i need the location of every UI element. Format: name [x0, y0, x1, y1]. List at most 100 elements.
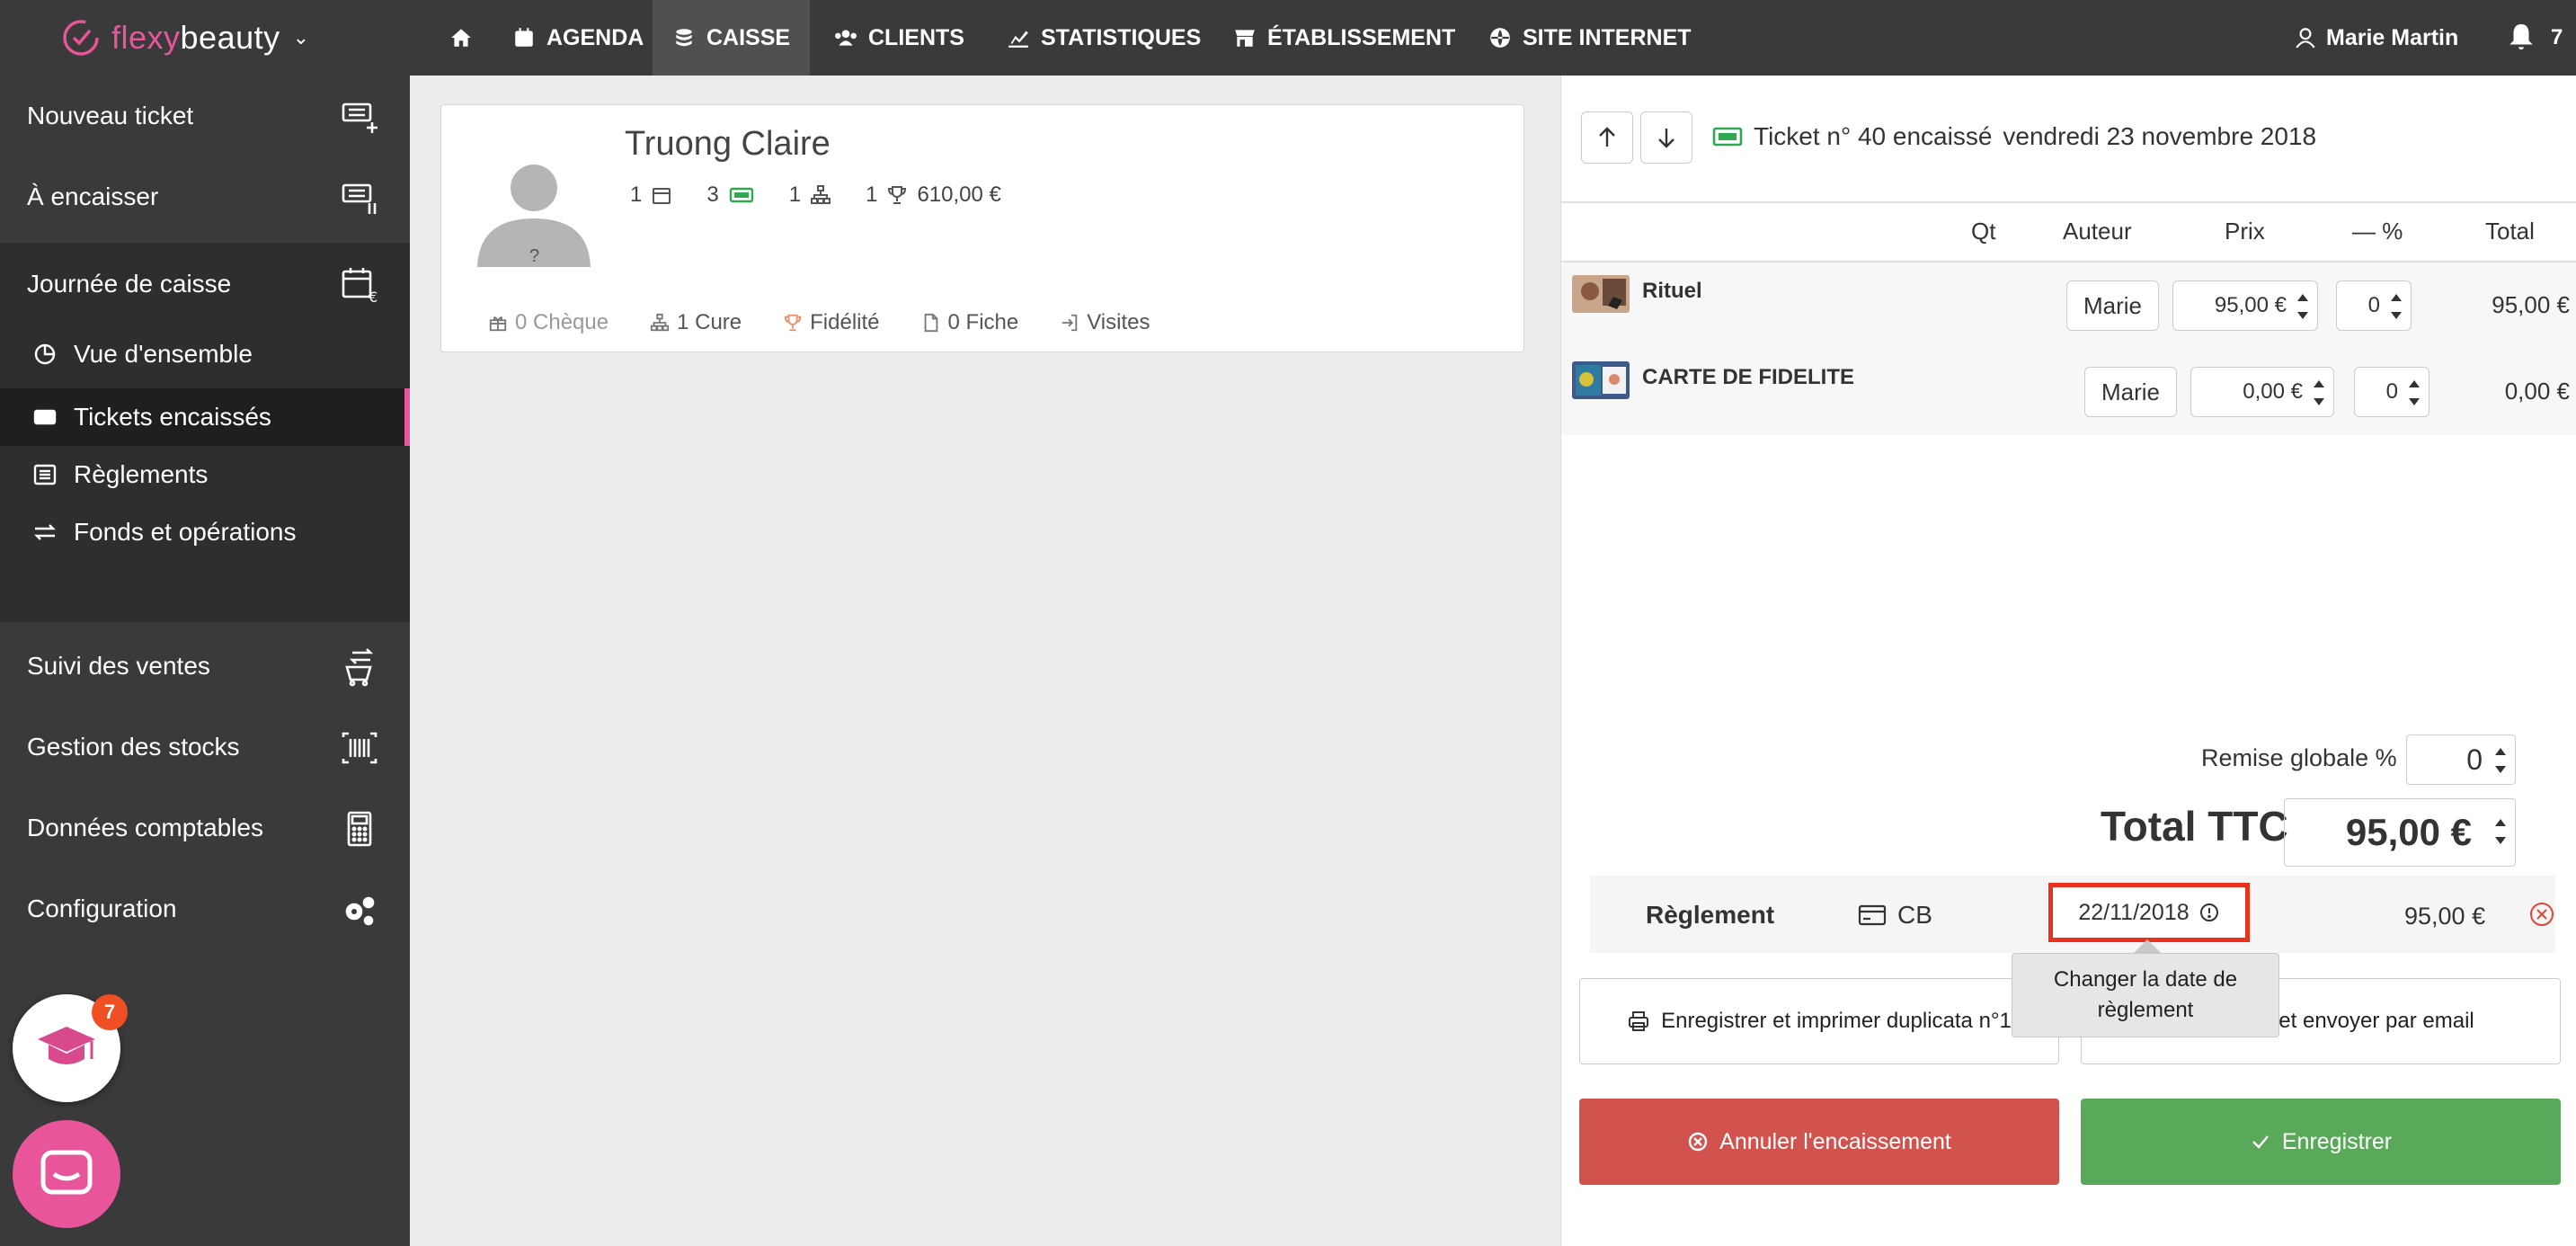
- sidebar-sub-fonds-operations[interactable]: Fonds et opérations: [0, 503, 410, 561]
- line-name: Rituel: [1642, 279, 1702, 303]
- exchange-icon: [34, 524, 56, 540]
- sidebar-group-journee: Journée de caisse €: [0, 243, 410, 325]
- date-tooltip: Changer la date de règlement: [2012, 939, 2279, 1037]
- user-name: Marie Martin: [2326, 24, 2459, 50]
- column-auteur: Auteur: [2063, 218, 2132, 245]
- line-discount-value: 0: [2367, 293, 2380, 317]
- calculator-icon: [347, 811, 372, 847]
- line-discount-input[interactable]: 0: [2354, 367, 2429, 417]
- academy-badge: 7: [92, 994, 128, 1030]
- remise-label: Remise globale %: [2201, 744, 2397, 771]
- nav-site-internet[interactable]: SITE INTERNET: [1469, 0, 1711, 76]
- stat-cures: 1: [788, 182, 802, 207]
- remise-input[interactable]: 0: [2406, 734, 2516, 785]
- line-price-input[interactable]: 0,00 €: [2190, 367, 2334, 417]
- trophy-icon: [888, 186, 907, 204]
- chevron-down-icon: ⌄: [292, 26, 310, 49]
- nav-etablissement[interactable]: ÉTABLISSEMENT: [1213, 0, 1475, 76]
- nav-agenda[interactable]: AGENDA: [493, 0, 663, 76]
- product-thumbnail: [1572, 361, 1630, 399]
- nav-clients[interactable]: CLIENTS: [814, 0, 984, 76]
- line-discount-input[interactable]: 0: [2336, 280, 2412, 331]
- line-price-value: 95,00 €: [2214, 293, 2287, 317]
- brand-logo[interactable]: flexybeauty ⌄: [59, 13, 309, 63]
- new-ticket-icon: [342, 102, 378, 133]
- spinner-icon[interactable]: [2389, 290, 2403, 323]
- avatar[interactable]: ?: [475, 150, 592, 267]
- sidebar-item-gestion-stocks[interactable]: Gestion des stocks: [0, 707, 410, 788]
- line-price-input[interactable]: 95,00 €: [2172, 280, 2318, 331]
- previous-ticket-button[interactable]: [1581, 111, 1633, 164]
- remove-payment-icon[interactable]: [2528, 901, 2555, 928]
- spinner-icon[interactable]: [2493, 744, 2508, 777]
- sidebar-item-configuration[interactable]: Configuration: [0, 868, 410, 949]
- spinner-icon[interactable]: [2296, 290, 2310, 323]
- bell-icon[interactable]: [2506, 22, 2536, 52]
- nav-label: AGENDA: [546, 24, 644, 50]
- sidebar-item-label: Nouveau ticket: [27, 102, 194, 129]
- avatar-mark: ?: [529, 246, 539, 266]
- nav-home[interactable]: [430, 0, 493, 76]
- info-circle-icon: [2199, 903, 2218, 921]
- sidebar-item-suivi-ventes[interactable]: Suivi des ventes: [0, 626, 410, 707]
- users-icon: [835, 30, 857, 46]
- tooltip-line: Changer la date de: [2053, 967, 2238, 992]
- gift-icon: [489, 316, 507, 332]
- client-tabs: 0 Chèque 1 Cure Fidélité 0 Fiche Visites: [488, 310, 1150, 335]
- gears-icon: [345, 896, 375, 926]
- pie-chart-icon: [34, 343, 56, 365]
- total-ttc-label: Total TTC: [2101, 803, 2288, 850]
- graduation-cap-icon: [38, 1027, 95, 1064]
- divider: [1561, 201, 2576, 203]
- nav-statistiques[interactable]: STATISTIQUES: [987, 0, 1221, 76]
- payment-date-button[interactable]: 22/11/2018: [2048, 883, 2250, 942]
- total-ttc-input[interactable]: 95,00 €: [2284, 798, 2516, 867]
- tab-label: Fidélité: [810, 310, 880, 334]
- nav-caisse[interactable]: CAISSE: [653, 0, 811, 76]
- product-thumbnail: [1572, 275, 1630, 313]
- sidebar-sub-label: Fonds et opérations: [74, 518, 297, 546]
- tab-fiche[interactable]: 0 Fiche: [921, 310, 1018, 335]
- nav-label: ÉTABLISSEMENT: [1267, 24, 1456, 50]
- ticket-title: Ticket n° 40 encaissé: [1754, 122, 1993, 150]
- ticket-date: vendredi 23 novembre 2018: [2003, 122, 2317, 150]
- tab-cure[interactable]: 1 Cure: [650, 310, 742, 335]
- sidebar-sub-tickets-encaisses[interactable]: Tickets encaissés: [0, 388, 410, 446]
- svg-text:€: €: [369, 289, 378, 304]
- tab-cheque[interactable]: 0 Chèque: [488, 310, 608, 335]
- sidebar-item-donnees-comptables[interactable]: Données comptables: [0, 788, 410, 868]
- chat-icon: [40, 1150, 93, 1195]
- tab-visites[interactable]: Visites: [1060, 310, 1150, 335]
- client-name[interactable]: Truong Claire: [625, 125, 831, 164]
- save-label: Enregistrer: [2281, 1128, 2393, 1154]
- sidebar-item-a-encaisser[interactable]: À encaisser: [0, 156, 410, 237]
- ticket-header: Ticket n° 40 encaissé vendredi 23 novemb…: [1712, 122, 2316, 151]
- cancel-payment-button[interactable]: Annuler l'encaissement: [1579, 1099, 2059, 1185]
- sidebar-sub-label: Règlements: [74, 460, 209, 488]
- sidebar-sub-vue-ensemble[interactable]: Vue d'ensemble: [0, 325, 410, 383]
- sidebar-item-journee-de-caisse[interactable]: Journée de caisse €: [0, 243, 410, 325]
- nav-label: SITE INTERNET: [1523, 24, 1692, 50]
- next-ticket-button[interactable]: [1640, 111, 1692, 164]
- spinner-icon[interactable]: [2407, 377, 2421, 409]
- column-qt: Qt: [1971, 218, 1996, 245]
- nav-label: CAISSE: [706, 24, 791, 50]
- sidebar-sub-reglements[interactable]: Règlements: [0, 446, 410, 503]
- tab-fidelite[interactable]: Fidélité: [783, 310, 880, 335]
- line-author-button[interactable]: Marie: [2066, 280, 2160, 331]
- save-print-label: Enregistrer et imprimer duplicata n°1: [1661, 1009, 2012, 1033]
- save-print-button[interactable]: Enregistrer et imprimer duplicata n°1: [1579, 978, 2059, 1064]
- notification-count: 7: [2551, 25, 2563, 49]
- sidebar-item-label: Gestion des stocks: [27, 733, 240, 761]
- chat-button[interactable]: [13, 1120, 120, 1228]
- spinner-icon[interactable]: [2312, 377, 2326, 409]
- user-icon: [2296, 28, 2315, 49]
- spinner-icon[interactable]: [2493, 815, 2508, 848]
- line-name: CARTE DE FIDELITE: [1642, 365, 1855, 389]
- line-author-button[interactable]: Marie: [2084, 367, 2178, 417]
- save-button[interactable]: Enregistrer: [2081, 1099, 2561, 1185]
- sidebar-item-nouveau-ticket[interactable]: Nouveau ticket: [0, 76, 410, 156]
- payment-mode: CB: [1858, 901, 1932, 930]
- user-menu[interactable]: Marie Martin: [2294, 0, 2458, 76]
- payment-amount: 95,00 €: [2404, 903, 2486, 930]
